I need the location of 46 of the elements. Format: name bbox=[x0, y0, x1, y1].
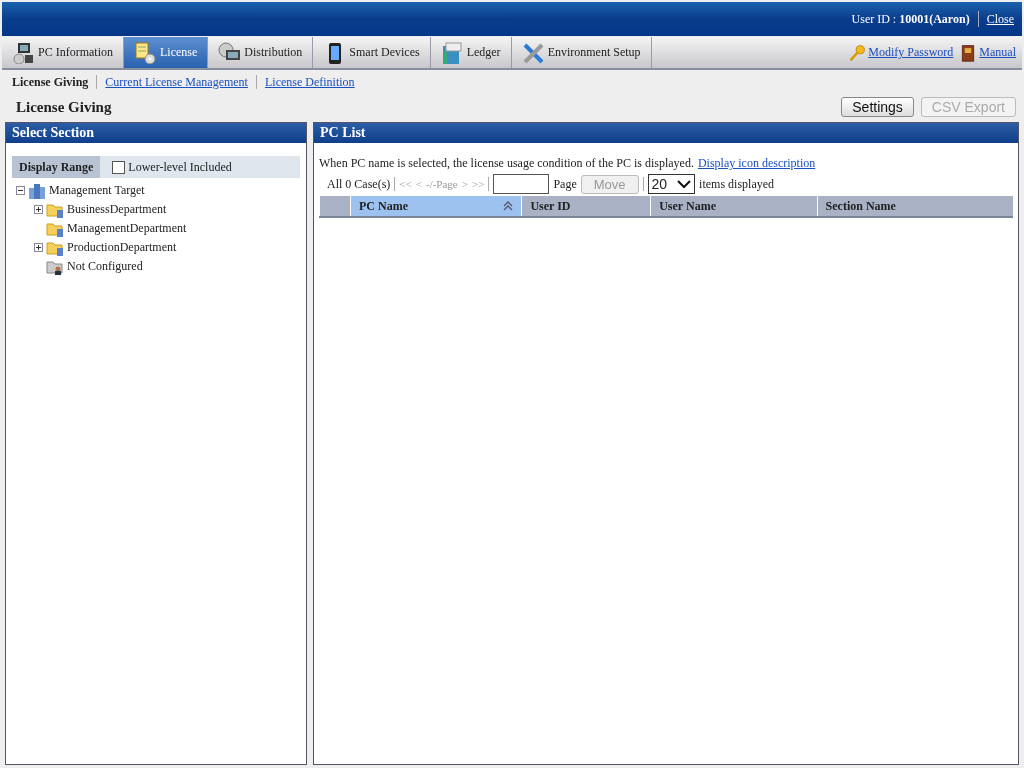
column-header[interactable]: User Name bbox=[650, 196, 818, 217]
nav-tab[interactable]: Smart Devices bbox=[313, 37, 431, 68]
sort-icon bbox=[503, 201, 514, 211]
building-icon bbox=[28, 181, 46, 200]
tree-item[interactable]: Not Configured bbox=[67, 259, 143, 274]
certificate-disc-icon bbox=[134, 41, 156, 64]
nav-tab[interactable]: Ledger bbox=[430, 37, 512, 68]
tree-item[interactable]: Management Target bbox=[49, 183, 145, 198]
subnav-link[interactable]: Current License Management bbox=[105, 74, 248, 90]
items-label: items displayed bbox=[699, 176, 775, 192]
checkbox[interactable] bbox=[112, 160, 126, 174]
header-link[interactable]: Manual bbox=[979, 45, 1016, 60]
computer-icon bbox=[12, 41, 34, 64]
checkbox-label[interactable]: Lower-level Included bbox=[128, 159, 232, 175]
tree-item[interactable]: ManagementDepartment bbox=[67, 221, 187, 236]
nav-tab[interactable]: License bbox=[124, 37, 209, 68]
page-input[interactable] bbox=[493, 174, 550, 194]
expand-toggle[interactable] bbox=[34, 205, 43, 214]
expand-toggle[interactable] bbox=[34, 243, 43, 252]
page-label: Page bbox=[553, 176, 577, 192]
page-size-select[interactable]: 20 bbox=[647, 174, 696, 194]
case-count: All 0 Case(s) bbox=[327, 176, 391, 192]
chevron-icon bbox=[677, 179, 692, 189]
nav-tab[interactable]: PC Information bbox=[2, 37, 124, 68]
binder-icon bbox=[440, 41, 463, 64]
close-link[interactable]: Close bbox=[986, 11, 1014, 27]
nav-tab[interactable]: Distribution bbox=[208, 37, 314, 68]
key-icon bbox=[848, 43, 867, 62]
column-header[interactable]: Section Name bbox=[817, 196, 1013, 217]
tree-item[interactable]: ProductionDepartment bbox=[67, 240, 177, 255]
tree-item[interactable]: BusinessDepartment bbox=[67, 202, 167, 217]
nav-tab[interactable]: Environment Setup bbox=[511, 37, 652, 68]
icon-description-link[interactable]: Display icon description bbox=[697, 156, 816, 171]
collapse-toggle[interactable] bbox=[16, 186, 25, 195]
page-title: License Giving bbox=[16, 98, 112, 116]
current-page-label[interactable]: License Giving bbox=[12, 74, 89, 90]
hint-text: When PC name is selected, the license usage condition of the PC is displayed. bbox=[319, 156, 694, 171]
user-id-text: User ID : 10001(Aaron) bbox=[851, 11, 970, 27]
column-header[interactable]: User ID bbox=[521, 196, 651, 217]
panel-title: PC List bbox=[314, 123, 1018, 143]
display-range-label: Display Range bbox=[12, 156, 101, 178]
column-header[interactable]: PC Name bbox=[350, 196, 522, 217]
panel-title: Select Section bbox=[6, 123, 306, 143]
header-link[interactable]: Modify Password bbox=[868, 45, 954, 60]
toolbar-button[interactable]: Settings bbox=[841, 97, 914, 117]
subnav-link[interactable]: License Definition bbox=[264, 74, 355, 90]
